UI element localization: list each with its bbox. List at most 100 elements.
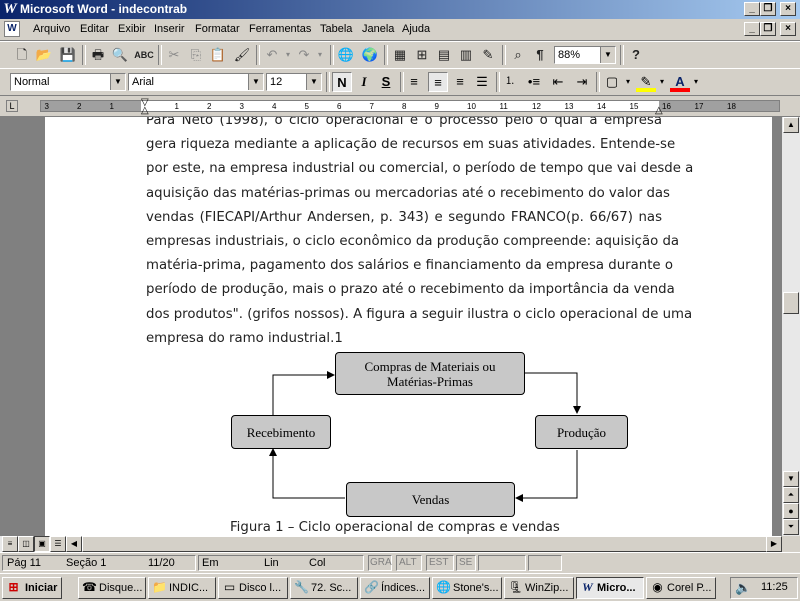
save-icon[interactable]: 💾 (58, 45, 78, 65)
status-mode-alt[interactable]: ALT (399, 557, 417, 568)
menu-janela[interactable]: Janela (362, 23, 394, 35)
italic-button[interactable]: I (354, 72, 374, 92)
diagram-box-producao[interactable]: Produção (535, 415, 628, 449)
normal-view-icon[interactable]: ≡ (2, 536, 18, 552)
show-hide-icon[interactable]: ¶ (530, 45, 550, 65)
document-icon[interactable]: W (4, 21, 20, 37)
borders-dropdown-icon[interactable]: ▾ (618, 72, 638, 92)
highlight-dropdown-icon[interactable]: ▾ (652, 72, 672, 92)
web-layout-view-icon[interactable]: ◫ (18, 536, 34, 552)
menu-formatar[interactable]: Formatar (195, 23, 240, 35)
bullets-icon[interactable]: •≡ (524, 72, 544, 92)
spelling-icon[interactable]: ABC (134, 45, 154, 65)
copy-icon[interactable]: ⎘ (186, 45, 206, 65)
next-page-button[interactable]: ⏷ (783, 519, 799, 535)
justify-icon[interactable]: ☰ (472, 72, 492, 92)
underline-button[interactable]: S (376, 72, 396, 92)
menu-arquivo[interactable]: Arquivo (33, 23, 70, 35)
menu-ajuda[interactable]: Ajuda (402, 23, 430, 35)
columns-icon[interactable]: ▥ (456, 45, 476, 65)
chevron-down-icon[interactable]: ▼ (248, 74, 263, 90)
decrease-indent-icon[interactable]: ⇤ (548, 72, 568, 92)
status-mode-est[interactable]: EST (429, 557, 448, 568)
drawing-icon[interactable]: ✎ (478, 45, 498, 65)
chevron-down-icon[interactable]: ▼ (110, 74, 125, 90)
increase-indent-icon[interactable]: ⇥ (572, 72, 592, 92)
cut-icon[interactable]: ✂ (164, 45, 184, 65)
taskbar-button-winzip[interactable]: 🗜 WinZip... (504, 577, 574, 599)
menu-editar[interactable]: Editar (80, 23, 109, 35)
hanging-indent-marker[interactable]: △ (141, 106, 149, 116)
taskbar-button-word[interactable]: W Micro... (576, 577, 644, 599)
tab-selector-icon[interactable]: L (6, 100, 18, 112)
tables-borders-icon[interactable]: ▦ (390, 45, 410, 65)
taskbar-button-disco[interactable]: ▭ Disco l... (218, 577, 288, 599)
format-painter-icon[interactable]: 🖌 (232, 45, 252, 65)
vertical-scrollbar[interactable]: ▲ ▼ ⏶ ● ⏷ (782, 117, 800, 536)
style-combo[interactable]: Normal ▼ (10, 73, 126, 91)
document-page[interactable]: Para Neto (1998), o ciclo operacional é … (45, 117, 772, 536)
menu-inserir[interactable]: Inserir (154, 23, 185, 35)
new-document-icon[interactable]: 🗋 (12, 45, 32, 65)
start-button[interactable]: ⊞ Iniciar (2, 577, 62, 599)
align-right-icon[interactable]: ≡ (450, 72, 470, 92)
scroll-up-button[interactable]: ▲ (783, 117, 799, 133)
scroll-left-button[interactable]: ◀ (66, 536, 82, 552)
insert-table-icon[interactable]: ⊞ (412, 45, 432, 65)
chevron-down-icon[interactable]: ▼ (600, 47, 615, 63)
diagram-box-compras[interactable]: Compras de Materiais ou Matérias-Primas (335, 352, 525, 395)
browse-object-button[interactable]: ● (783, 503, 799, 519)
outline-view-icon[interactable]: ☰ (50, 536, 66, 552)
insert-excel-icon[interactable]: ▤ (434, 45, 454, 65)
volume-icon[interactable]: 🔈 (735, 580, 751, 596)
align-center-icon[interactable]: ≡ (428, 72, 448, 92)
doc-close-button[interactable]: × (780, 22, 796, 36)
print-icon[interactable]: 🖶 (88, 45, 108, 65)
diagram-box-vendas[interactable]: Vendas (346, 482, 515, 517)
status-mode-se[interactable]: SE (459, 557, 472, 568)
previous-page-button[interactable]: ⏶ (783, 487, 799, 503)
numbering-icon[interactable]: ⒈ (500, 72, 520, 92)
taskbar-button-indices[interactable]: 🔗 Índices... (360, 577, 430, 599)
font-size-combo[interactable]: 12 ▼ (266, 73, 322, 91)
menu-exibir[interactable]: Exibir (118, 23, 146, 35)
taskbar-button-corel[interactable]: ◉ Corel P... (646, 577, 716, 599)
print-layout-view-icon[interactable]: ▣ (34, 536, 50, 552)
print-preview-icon[interactable]: 🔍 (110, 45, 130, 65)
scroll-thumb[interactable] (783, 292, 799, 314)
menu-ferramentas[interactable]: Ferramentas (249, 23, 311, 35)
horizontal-scroll-thumb[interactable] (82, 536, 767, 552)
web-toolbar-icon[interactable]: 🌍 (360, 45, 380, 65)
diagram-box-recebimento[interactable]: Recebimento (231, 415, 331, 449)
font-combo[interactable]: Arial ▼ (128, 73, 264, 91)
open-folder-icon[interactable]: 📂 (34, 45, 54, 65)
paste-icon[interactable]: 📋 (208, 45, 228, 65)
status-mode-gra[interactable]: GRA (370, 557, 392, 568)
minimize-button[interactable]: _ (744, 2, 760, 16)
word-app-icon[interactable]: W (2, 1, 18, 17)
redo-dropdown-icon[interactable]: ▾ (310, 45, 330, 65)
horizontal-ruler[interactable]: L 3 2 1 1 2 3 4 5 6 7 8 9 10 11 12 13 14 15 16 17 18 ▽ △ △ (0, 96, 800, 117)
taskbar-button-72sc[interactable]: 🔧 72. Sc... (290, 577, 358, 599)
bold-button[interactable]: N (332, 72, 352, 92)
align-left-icon[interactable]: ≡ (404, 72, 424, 92)
document-area[interactable]: Para Neto (1998), o ciclo operacional é … (0, 117, 782, 536)
chevron-down-icon[interactable]: ▼ (306, 74, 321, 90)
help-icon[interactable]: ? (626, 45, 646, 65)
zoom-combo[interactable]: 88% ▼ (554, 46, 616, 64)
taskbar-button-stones[interactable]: 🌐 Stone's... (432, 577, 502, 599)
clock[interactable]: 11:25 (761, 581, 788, 593)
horizontal-scrollbar[interactable]: ≡ ◫ ▣ ☰ ◀ ▶ (0, 536, 782, 552)
hyperlink-icon[interactable]: 🌐 (336, 45, 356, 65)
menu-tabela[interactable]: Tabela (320, 23, 352, 35)
scroll-right-button[interactable]: ▶ (766, 536, 782, 552)
document-map-icon[interactable]: ⌕ (508, 45, 528, 65)
taskbar-button-disque[interactable]: ☎ Disque... (78, 577, 146, 599)
taskbar-button-indic[interactable]: 📁 INDIC... (148, 577, 216, 599)
doc-restore-button[interactable]: ❐ (760, 22, 776, 36)
font-color-dropdown-icon[interactable]: ▾ (686, 72, 706, 92)
maximize-button[interactable]: ❐ (760, 2, 776, 16)
right-indent-marker[interactable]: △ (655, 106, 663, 116)
scroll-down-button[interactable]: ▼ (783, 471, 799, 487)
close-button[interactable]: × (780, 2, 796, 16)
